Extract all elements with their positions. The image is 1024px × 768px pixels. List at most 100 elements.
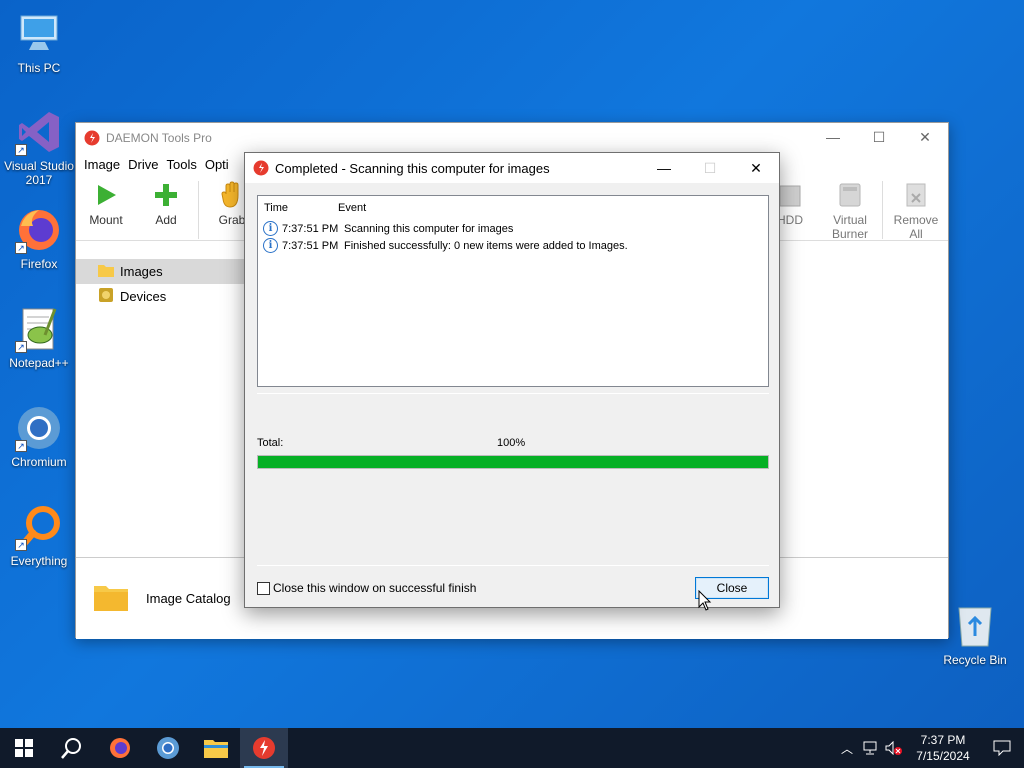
- desktop-icon-label: This PC: [17, 61, 61, 75]
- daemon-tools-logo-icon: [253, 160, 269, 176]
- tree-item-images[interactable]: Images: [76, 259, 244, 284]
- log-event: Finished successfully: 0 new items were …: [344, 239, 628, 252]
- search-icon: [61, 738, 81, 759]
- firefox-icon: [110, 738, 130, 758]
- maximize-button[interactable]: ☐: [856, 123, 902, 151]
- mouse-cursor-icon: [698, 589, 712, 615]
- windows-logo-icon: [15, 739, 33, 757]
- desktop-icon-firefox[interactable]: ↗ Firefox: [1, 206, 77, 271]
- dialog-minimize-button[interactable]: ―: [641, 153, 687, 183]
- log-event: Scanning this computer for images: [344, 222, 514, 235]
- minimize-button[interactable]: ―: [810, 123, 856, 151]
- chromium-icon: ↗: [15, 404, 63, 452]
- burner-icon: [822, 177, 878, 213]
- progress-fill: [258, 456, 768, 468]
- add-button[interactable]: Add: [138, 177, 194, 227]
- event-log-list[interactable]: Time Event i 7:37:51 PM Scanning this co…: [257, 195, 769, 387]
- clock-time: 7:37 PM: [920, 733, 966, 747]
- total-label: Total:: [257, 437, 284, 449]
- desktop-icon-label: Everything: [10, 554, 68, 568]
- firefox-icon: ↗: [15, 206, 63, 254]
- scan-completed-dialog: Completed - Scanning this computer for i…: [244, 152, 780, 608]
- checkbox-box[interactable]: [257, 581, 270, 595]
- mount-label: Mount: [89, 213, 123, 227]
- remove-all-button[interactable]: Remove All: [888, 177, 944, 241]
- log-row[interactable]: i 7:37:51 PM Finished successfully: 0 ne…: [258, 237, 768, 254]
- image-catalog-label: Image Catalog: [146, 591, 231, 606]
- close-on-finish-checkbox[interactable]: Close this window on successful finish: [257, 581, 476, 595]
- tree-item-devices[interactable]: Devices: [76, 284, 244, 309]
- taskbar-daemon-tools[interactable]: [240, 728, 288, 768]
- computer-icon: [15, 10, 63, 58]
- dialog-title: Completed - Scanning this computer for i…: [275, 160, 550, 176]
- tree-item-label: Devices: [120, 289, 167, 304]
- total-progress-bar: [257, 455, 769, 469]
- percent-label: 100%: [497, 437, 526, 449]
- menu-options[interactable]: Opti: [201, 157, 233, 172]
- notifications-icon[interactable]: [980, 740, 1024, 756]
- play-icon: [78, 177, 134, 213]
- mount-button[interactable]: Mount: [78, 177, 134, 227]
- desktop-icon-notepad-plus-plus[interactable]: ↗ Notepad++: [1, 305, 77, 370]
- column-header-time[interactable]: Time: [258, 202, 338, 214]
- divider: [257, 565, 769, 566]
- log-time: 7:37:51 PM: [282, 239, 339, 252]
- taskbar-chromium[interactable]: [144, 728, 192, 768]
- tree-item-label: Images: [120, 264, 163, 279]
- taskbar-firefox[interactable]: [96, 728, 144, 768]
- desktop-icon-this-pc[interactable]: This PC: [1, 10, 77, 75]
- checkbox-label: Close this window on successful finish: [273, 581, 477, 595]
- log-row[interactable]: i 7:37:51 PM Scanning this computer for …: [258, 220, 768, 237]
- taskbar-file-explorer[interactable]: [192, 728, 240, 768]
- info-icon: i: [263, 238, 278, 253]
- add-label: Add: [155, 213, 177, 227]
- chevron-up-icon[interactable]: ︿: [836, 740, 858, 757]
- dialog-maximize-button: ☐: [703, 159, 717, 176]
- start-button[interactable]: [0, 728, 48, 768]
- menu-image[interactable]: Image: [80, 157, 124, 172]
- network-icon[interactable]: [858, 741, 882, 755]
- column-header-event[interactable]: Event: [338, 202, 366, 214]
- toolbar-separator: [882, 181, 883, 239]
- desktop-icon-label: Firefox: [20, 257, 58, 271]
- visual-studio-icon: ↗: [15, 108, 63, 156]
- virtual-burner-label: Virtual Burner: [831, 213, 869, 241]
- virtual-burner-button[interactable]: Virtual Burner: [822, 177, 878, 241]
- system-tray: ︿ 7:37 PM 7/15/2024: [836, 728, 1024, 768]
- desktop-icon-everything[interactable]: ↗ Everything: [1, 503, 77, 568]
- shortcut-arrow-icon: ↗: [15, 539, 27, 551]
- desktop-icon-visual-studio[interactable]: ↗ Visual Studio 2017: [1, 108, 77, 187]
- desktop-icon-label: Chromium: [11, 455, 67, 469]
- navigation-tree: Images Devices: [76, 259, 244, 309]
- log-header: Time Event: [258, 196, 768, 220]
- toolbar-separator: [198, 181, 199, 239]
- recycle-bin-icon: [951, 602, 999, 650]
- menu-tools[interactable]: Tools: [162, 157, 200, 172]
- disc-icon: [98, 287, 114, 306]
- remove-all-icon: [888, 177, 944, 213]
- main-title-bar[interactable]: DAEMON Tools Pro ― ☐ ✕: [76, 123, 948, 153]
- folder-icon: [204, 740, 228, 758]
- everything-search-icon: ↗: [15, 503, 63, 551]
- shortcut-arrow-icon: ↗: [15, 144, 27, 156]
- clock-date: 7/15/2024: [916, 749, 970, 763]
- volume-muted-icon[interactable]: [882, 741, 906, 755]
- close-window-button[interactable]: ✕: [902, 123, 948, 151]
- main-window-title: DAEMON Tools Pro: [106, 131, 212, 145]
- desktop-icon-label: Recycle Bin: [943, 653, 1007, 667]
- folder-icon: [98, 263, 114, 280]
- notepad-plus-plus-icon: ↗: [15, 305, 63, 353]
- info-icon: i: [263, 221, 278, 236]
- desktop-icon-chromium[interactable]: ↗ Chromium: [1, 404, 77, 469]
- dialog-title-bar[interactable]: Completed - Scanning this computer for i…: [245, 153, 779, 183]
- catalog-folder-icon: [94, 583, 128, 614]
- dialog-close-x-button[interactable]: ✕: [733, 153, 779, 183]
- chromium-icon: [157, 737, 179, 759]
- shortcut-arrow-icon: ↗: [15, 440, 27, 452]
- shortcut-arrow-icon: ↗: [15, 242, 27, 254]
- clock[interactable]: 7:37 PM 7/15/2024: [906, 732, 980, 764]
- log-time: 7:37:51 PM: [282, 222, 339, 235]
- divider: [257, 393, 769, 394]
- search-button[interactable]: [48, 728, 96, 768]
- menu-drive[interactable]: Drive: [124, 157, 162, 172]
